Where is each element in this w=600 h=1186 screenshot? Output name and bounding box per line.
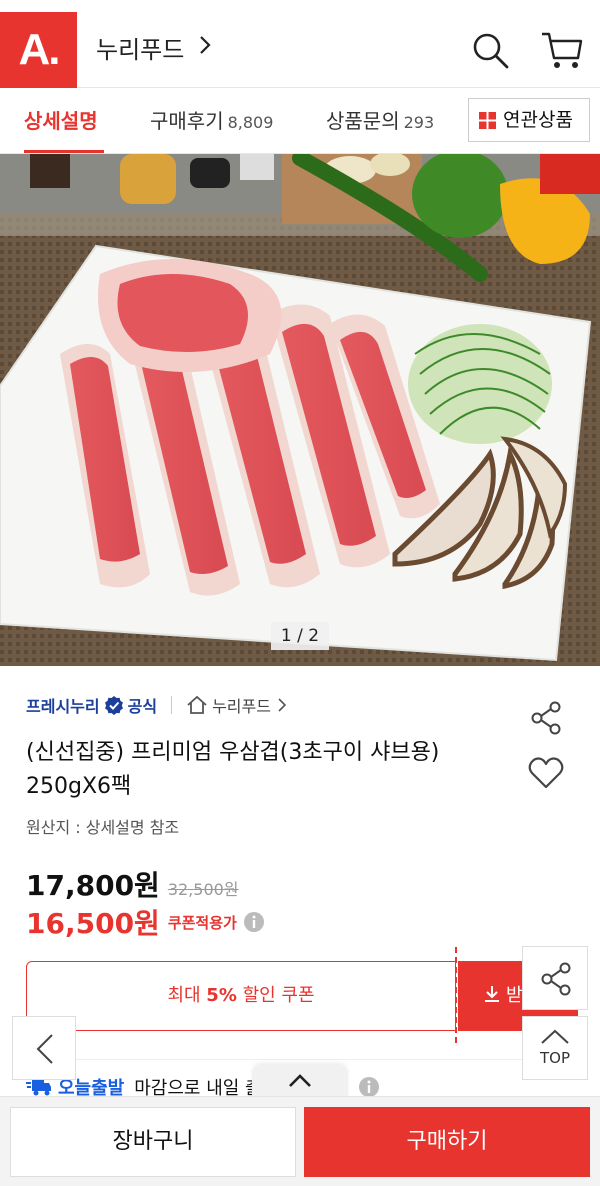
store-link[interactable]: 누리푸드 [186,693,287,717]
product-photo [0,154,600,666]
chevron-right-icon [278,698,287,712]
detail-tabs: 상세설명 구매후기 8,809 상품문의 293 연관상품 [0,88,600,154]
back-button[interactable] [12,1016,76,1080]
product-page: A. 누리푸드 상세설명 구매후기 8,809 상품문의 293 연관상품 1 … [0,0,600,1186]
coupon-price: 16,500원 [26,907,160,940]
origin-info: 원산지 : 상세설명 참조 [26,818,180,837]
app-header: A. 누리푸드 [0,0,600,88]
sale-price: 17,800원 [26,869,160,902]
related-products-label: 연관상품 [503,109,573,131]
chevron-right-icon[interactable] [196,34,214,56]
image-counter: 1 / 2 [271,622,329,650]
chevron-up-icon [289,1074,311,1087]
coupon-percent: 5% [206,985,237,1006]
tab-description[interactable]: 상세설명 [24,88,98,154]
coupon-divider [455,947,457,1043]
truck-icon [26,1080,51,1096]
coupon-price-label: 쿠폰적용가 [167,913,237,932]
review-count: 8,809 [227,113,274,132]
brand-row: 프레시누리 공식 누리푸드 [26,693,287,717]
home-icon [187,695,207,714]
coupon-suffix: 할인 쿠폰 [236,985,315,1006]
active-tab-indicator [24,150,104,153]
app-logo[interactable]: A. [0,12,77,88]
price-row: 17,800원 32,500원 [26,864,239,904]
add-to-cart-button[interactable]: 장바구니 [10,1107,296,1177]
coupon-price-row: 16,500원 쿠폰적용가 [26,902,265,942]
scroll-top-label: TOP [539,1049,570,1067]
tab-inquiries[interactable]: 상품문의 293 [326,88,434,154]
original-price: 32,500원 [167,880,239,899]
tab-label: 구매후기 [150,109,224,133]
search-icon[interactable] [470,30,510,70]
tab-reviews[interactable]: 구매후기 8,809 [150,88,273,154]
verified-badge-icon [104,696,123,715]
divider [26,1059,574,1060]
floating-share-button[interactable] [522,946,588,1010]
related-products-button[interactable]: 연관상품 [468,98,590,142]
share-icon [541,962,571,996]
official-label: 공식 [127,697,158,716]
scroll-top-button[interactable]: TOP [522,1016,588,1080]
buy-now-button[interactable]: 구매하기 [304,1107,590,1177]
divider [171,696,173,714]
tab-label: 상세설명 [24,109,98,133]
store-link-label: 누리푸드 [212,697,271,716]
cart-icon[interactable] [540,30,584,70]
coupon-banner[interactable]: 최대 5% 할인 쿠폰 [26,961,456,1031]
brand-name[interactable]: 프레시누리 [26,693,100,717]
chevron-up-icon [541,1029,569,1044]
share-icon[interactable] [528,700,564,736]
download-icon [485,986,499,1002]
coupon-prefix: 최대 [167,985,207,1006]
grid-icon [479,112,496,129]
product-title: (신선집중) 프리미엄 우삼겹(3초구이 샤브용) 250gX6팩 [26,740,440,799]
info-icon[interactable] [358,1076,380,1098]
chevron-left-icon [36,1034,53,1064]
heart-icon[interactable] [528,756,564,790]
product-image[interactable] [0,154,600,666]
tab-label: 상품문의 [326,109,400,133]
info-icon[interactable] [243,911,265,933]
inquiry-count: 293 [403,113,435,132]
bottom-action-bar: 장바구니 구매하기 [0,1096,600,1186]
header-store-name[interactable]: 누리푸드 [96,30,184,65]
